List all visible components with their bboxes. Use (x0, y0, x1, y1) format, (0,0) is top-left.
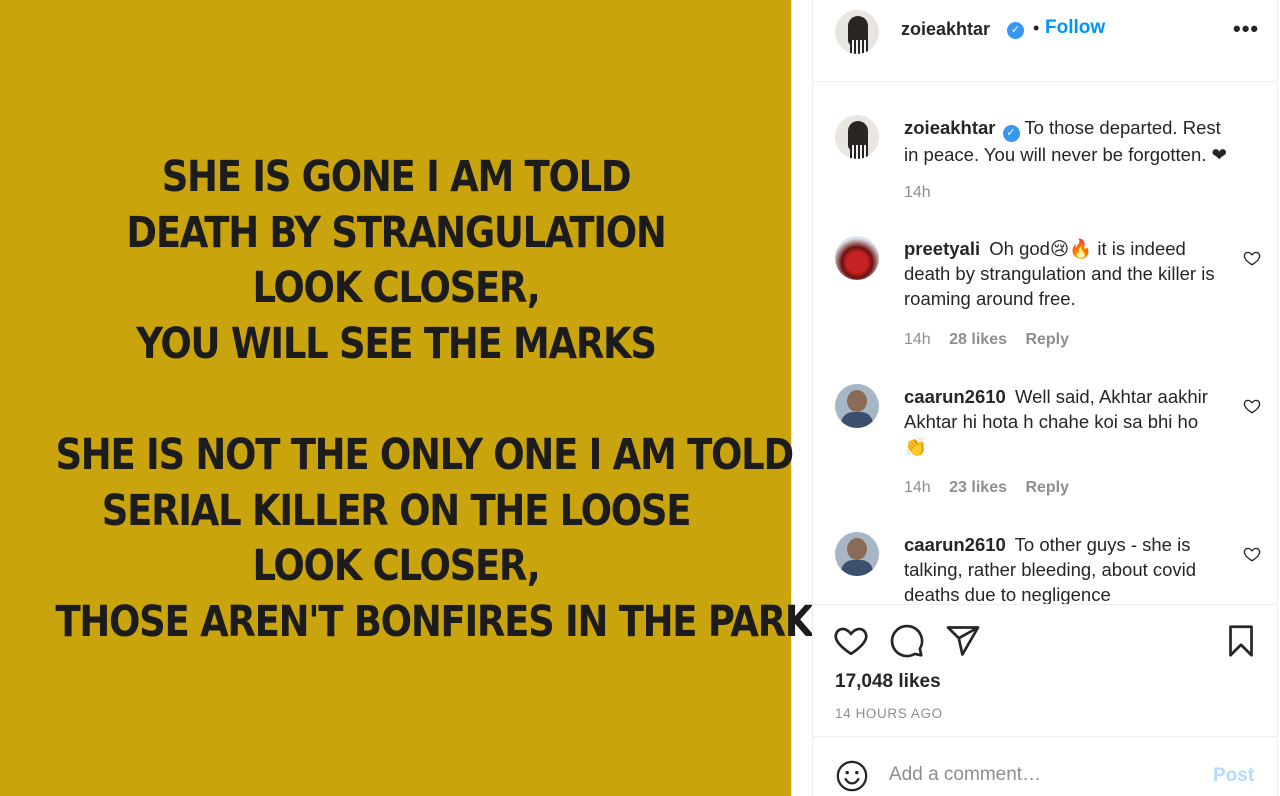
avatar[interactable] (835, 236, 879, 280)
comment-username[interactable]: preetyali (904, 238, 980, 259)
caption-username[interactable]: zoieakhtar (904, 117, 996, 138)
avatar[interactable] (835, 532, 879, 576)
avatar[interactable] (835, 115, 879, 159)
poem-line: LOOK CLOSER, (252, 541, 540, 591)
post-image[interactable]: SHE IS GONE I AM TOLD DEATH BY STRANGULA… (0, 0, 839, 796)
like-comment-heart-icon[interactable] (1243, 545, 1261, 563)
reply-button[interactable]: Reply (1025, 479, 1069, 496)
comment-bubble-icon[interactable] (889, 623, 925, 659)
poem-line: YOU WILL SEE THE MARKS (136, 318, 657, 369)
comments-list[interactable]: zoieakhtar ✓ To those departed. Rest in p… (813, 83, 1277, 604)
comment-text: caarun2610 Well said, Akhtar aakhir Akht… (904, 384, 1209, 459)
follow-button[interactable]: Follow (1045, 17, 1105, 39)
comment-text: caarun2610 To other guys - she is talkin… (904, 532, 1224, 604)
share-paper-plane-icon[interactable] (945, 623, 981, 659)
caption-time[interactable]: 14h (904, 184, 931, 201)
poem-line: SHE IS GONE I AM TOLD (161, 152, 632, 202)
comment-input[interactable] (889, 759, 1189, 791)
poem-line: SHE IS NOT THE ONLY ONE I AM TOLD (55, 430, 794, 480)
more-options-icon[interactable]: ••• (1233, 16, 1259, 42)
caption-meta: 14h (904, 184, 945, 202)
comment-text: preetyali Oh god😢🔥 it is indeed death by… (904, 236, 1234, 311)
poem-stanza-1: SHE IS GONE I AM TOLD DEATH BY STRANGULA… (55, 150, 736, 372)
like-heart-icon[interactable] (833, 623, 869, 659)
avatar[interactable] (835, 10, 879, 54)
reply-button[interactable]: Reply (1025, 331, 1069, 348)
save-bookmark-icon[interactable] (1223, 623, 1259, 659)
poem-line: SERIAL KILLER ON THE LOOSE (101, 485, 692, 536)
post-header: zoieakhtar ✓ • Follow ••• (813, 0, 1277, 82)
poem-line: DEATH BY STRANGULATION (126, 207, 666, 258)
post-time[interactable]: 14 HOURS AGO (835, 706, 943, 721)
comment-meta: 14h 23 likes Reply (904, 479, 1083, 497)
comment-time[interactable]: 14h (904, 331, 931, 348)
poem-stanza-2: SHE IS NOT THE ONLY ONE I AM TOLD SERIAL… (55, 428, 838, 650)
separator-dot: • (1033, 18, 1040, 38)
emoji-icon[interactable] (835, 759, 869, 793)
poem-line: LOOK CLOSER, (252, 263, 540, 313)
poem-line: THOSE AREN'T BONFIRES IN THE PARKS (55, 596, 838, 647)
post-actions: 17,048 likes 14 HOURS AGO (813, 604, 1277, 736)
caption-text: zoieakhtar ✓ To those departed. Rest in p… (904, 115, 1234, 167)
verified-badge-icon: ✓ (1007, 22, 1024, 39)
like-comment-heart-icon[interactable] (1243, 249, 1261, 267)
header-username[interactable]: zoieakhtar (901, 19, 990, 40)
comment-likes[interactable]: 23 likes (949, 479, 1007, 496)
comment-username[interactable]: caarun2610 (904, 386, 1006, 407)
comment-username[interactable]: caarun2610 (904, 534, 1006, 555)
add-comment-bar: Post (813, 736, 1277, 796)
comment-time[interactable]: 14h (904, 479, 931, 496)
post-comment-button[interactable]: Post (1213, 765, 1254, 787)
post-side-panel: zoieakhtar ✓ • Follow ••• zoieakhtar ✓ To… (812, 0, 1278, 796)
comment-likes[interactable]: 28 likes (949, 331, 1007, 348)
like-comment-heart-icon[interactable] (1243, 397, 1261, 415)
comment-meta: 14h 28 likes Reply (904, 331, 1083, 349)
verified-badge-icon: ✓ (1002, 125, 1020, 142)
avatar[interactable] (835, 384, 879, 428)
likes-count[interactable]: 17,048 likes (835, 671, 941, 693)
